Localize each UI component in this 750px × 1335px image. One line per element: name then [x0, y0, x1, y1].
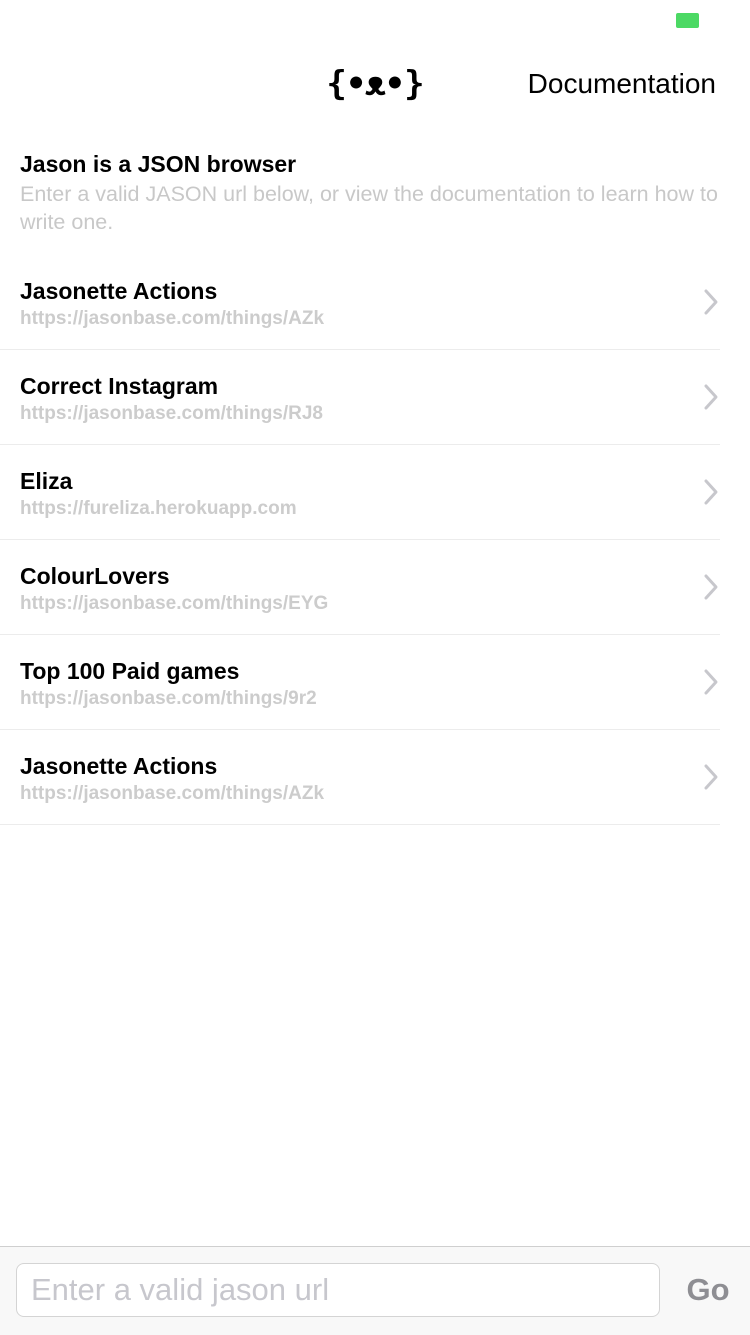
url-list: Jasonette Actions https://jasonbase.com/…	[0, 255, 720, 825]
url-input-bar: Go	[0, 1246, 750, 1335]
intro-description: Enter a valid JASON url below, or view t…	[20, 182, 718, 234]
list-item-title: Correct Instagram	[20, 373, 219, 399]
list-item-url: https://jasonbase.com/things/RJ8	[20, 403, 323, 424]
list-item[interactable]: Jasonette Actions https://jasonbase.com/…	[0, 730, 720, 825]
intro-title: Jason is a JSON browser	[20, 151, 297, 177]
intro-section: Jason is a JSON browser Enter a valid JA…	[20, 148, 735, 236]
list-item-title: Jasonette Actions	[20, 278, 218, 304]
battery-icon	[676, 13, 699, 28]
list-item[interactable]: Correct Instagram https://jasonbase.com/…	[0, 350, 720, 445]
chevron-right-icon	[704, 764, 718, 790]
list-item-title: Top 100 Paid games	[20, 658, 240, 684]
nav-bar: {•ᴥ•} Documentation	[0, 40, 750, 130]
status-bar	[0, 0, 750, 40]
list-item[interactable]: Top 100 Paid games https://jasonbase.com…	[0, 635, 720, 730]
chevron-right-icon	[704, 384, 718, 410]
chevron-right-icon	[704, 669, 718, 695]
list-item-title: Jasonette Actions	[20, 753, 218, 779]
chevron-right-icon	[704, 289, 718, 315]
url-input[interactable]	[16, 1263, 660, 1317]
list-item-title: Eliza	[20, 468, 73, 494]
list-item-title: ColourLovers	[20, 563, 170, 589]
chevron-right-icon	[704, 479, 718, 505]
go-button[interactable]: Go	[676, 1263, 740, 1317]
list-item[interactable]: Jasonette Actions https://jasonbase.com/…	[0, 255, 720, 350]
list-item[interactable]: Eliza https://fureliza.herokuapp.com	[0, 445, 720, 540]
list-item-url: https://jasonbase.com/things/9r2	[20, 688, 317, 709]
list-item[interactable]: ColourLovers https://jasonbase.com/thing…	[0, 540, 720, 635]
list-item-url: https://fureliza.herokuapp.com	[20, 498, 297, 519]
jason-logo: {•ᴥ•}	[326, 64, 424, 104]
chevron-right-icon	[704, 574, 718, 600]
list-item-url: https://jasonbase.com/things/EYG	[20, 593, 329, 614]
documentation-link[interactable]: Documentation	[528, 66, 716, 102]
list-item-url: https://jasonbase.com/things/AZk	[20, 308, 325, 329]
list-item-url: https://jasonbase.com/things/AZk	[20, 783, 325, 804]
